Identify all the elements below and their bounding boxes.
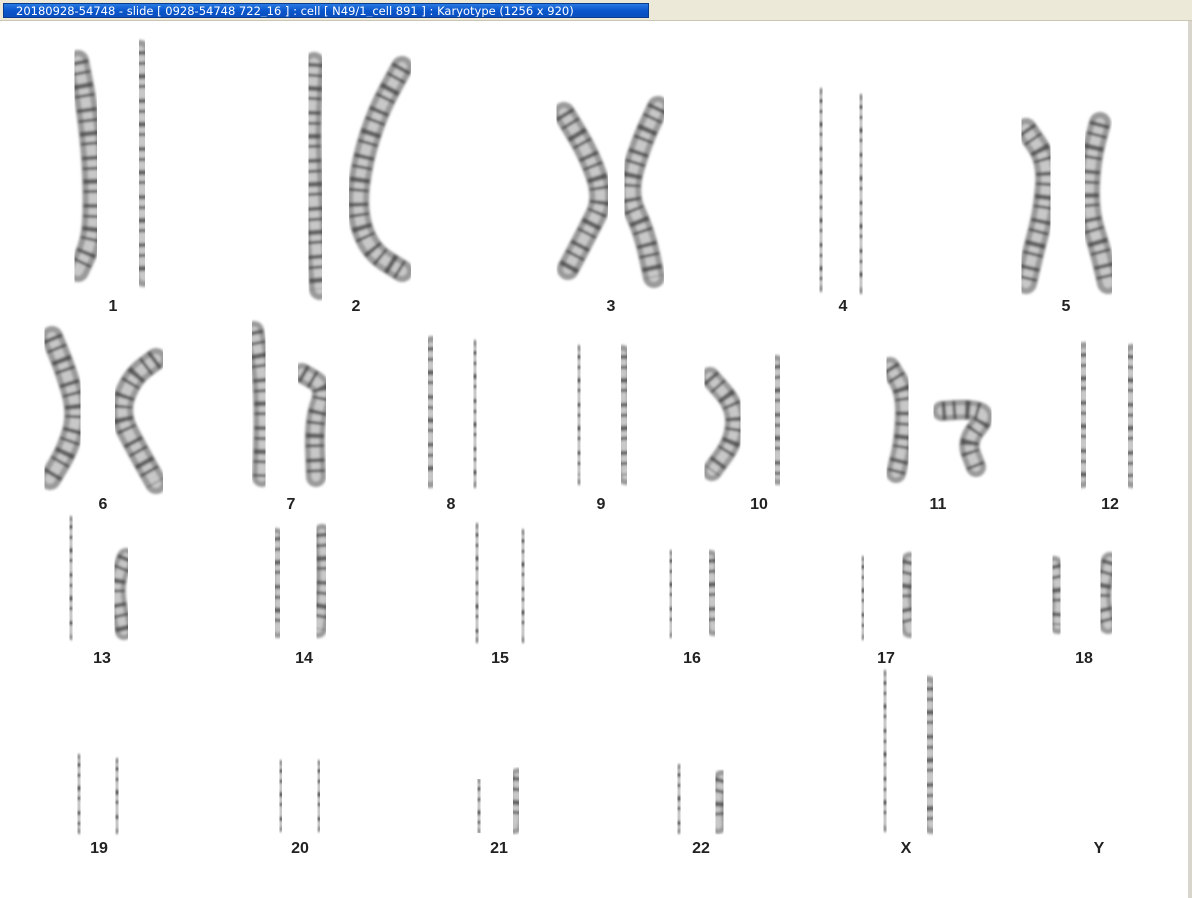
chromatid-left [853,556,873,640]
chromosome-label-11: 11 [930,496,947,513]
chromosome-label-20: 20 [291,840,309,857]
chromatid-left [700,367,746,481]
chromatid-right [895,552,919,638]
chromatid-left [39,326,87,490]
chromosome-pair-10[interactable] [700,355,790,485]
chromosome-pair-9[interactable] [568,345,636,485]
chromatid-left [67,50,105,282]
chromatid-right [916,676,943,834]
chromosome-label-7: 7 [287,496,296,513]
chromatid-right [111,348,167,494]
chromosome-pair-12[interactable] [1071,342,1143,488]
chromatid-right [129,40,155,287]
chromatid-right [1093,552,1119,634]
chromosome-label-9: 9 [597,496,606,513]
chromatid-right [766,355,790,485]
chromosome-label-17: 17 [877,650,895,667]
chromatid-right [309,760,329,832]
chromatid-right [292,363,332,487]
chromatid-left [69,754,89,834]
chromosome-pair-x[interactable] [873,670,943,834]
chromosome-label-15: 15 [491,650,509,667]
chromosome-pair-22[interactable] [669,764,731,834]
chromatid-right [849,94,873,294]
chromosome-label-1: 1 [109,298,118,315]
chromosome-label-3: 3 [607,298,616,315]
chromatid-right [463,340,487,488]
chromosome-pair-18[interactable] [1045,552,1119,634]
chromosome-pair-14[interactable] [267,524,334,638]
chromatid-right [512,529,534,643]
chromatid-left [669,764,689,834]
chromatid-left [1071,342,1097,488]
chromosome-label-13: 13 [93,650,111,667]
chromosome-label-21: 21 [490,840,508,857]
chromatid-right [505,768,527,834]
chromatid-left [417,336,443,488]
chromosome-label-4: 4 [839,298,848,315]
chromosome-label-18: 18 [1075,650,1093,667]
chromosome-pair-16[interactable] [661,550,723,638]
chromosome-pair-5[interactable] [1015,112,1119,294]
chromosome-pair-21[interactable] [469,768,527,834]
chromatid-left [466,523,488,643]
chromatid-right [701,550,723,636]
chromatid-right [619,96,669,288]
chromosome-label-14: 14 [295,650,313,667]
chromatid-left [880,357,916,483]
chromosome-label-5: 5 [1062,298,1071,315]
chromatid-right [309,524,334,638]
title-bar: 20180928-54748 - slide [ 0928-54748 722_… [0,0,1192,21]
chromosome-pair-1[interactable] [67,40,155,287]
chromosome-label-6: 6 [99,496,108,513]
chromatid-left [244,321,274,487]
chromatid-right [347,56,413,282]
chromatid-left [661,550,681,638]
chromosome-pair-3[interactable] [553,96,669,288]
chromatid-left [271,760,291,832]
chromatid-left [809,88,833,292]
chromatid-right [107,548,135,640]
chromatid-left [1045,556,1069,634]
chromosome-pair-15[interactable] [466,523,534,643]
chromosome-label-22: 22 [692,840,710,857]
chromosome-label-y: Y [1094,840,1105,857]
chromosome-label-x: X [901,840,912,857]
chromatid-left [61,516,81,640]
chromatid-left [553,102,612,280]
chromosome-pair-13[interactable] [61,516,135,640]
chromatid-left [568,345,590,485]
chromosome-pair-4[interactable] [809,88,873,294]
chromosome-label-2: 2 [352,298,361,315]
chromatid-left [873,670,897,832]
karyotype-window: 20180928-54748 - slide [ 0928-54748 722_… [0,0,1192,898]
karyotype-image: 1 2 3 4 56 7 8 9 10 11 1213 14 15 16 17 1819 20 21 22 X Y [39,40,1143,857]
chromosome-pair-20[interactable] [271,760,329,832]
chromatid-left [267,528,289,638]
chromosome-pair-6[interactable] [39,326,167,494]
chromosome-label-10: 10 [750,496,768,513]
chromatid-right [707,770,731,834]
window-border [1188,21,1192,898]
chromatid-right [1118,344,1143,488]
chromosome-label-19: 19 [90,840,108,857]
chromosome-pair-17[interactable] [853,552,919,640]
chromosome-pair-8[interactable] [417,336,487,488]
chromosome-label-16: 16 [683,650,701,667]
window-title[interactable]: 20180928-54748 - slide [ 0928-54748 722_… [3,3,649,18]
chromatid-left [299,52,331,300]
chromatid-left [1015,118,1058,294]
chromosome-label-8: 8 [447,496,456,513]
chromatid-left [469,778,489,834]
karyotype-canvas: 1 2 3 4 5 6 7 8 9 10 11 12 13 14 15 16 17 18 19 20 21 22 X Y [0,21,1188,898]
chromatid-right [932,399,993,477]
chromosome-pair-2[interactable] [299,52,413,300]
chromatid-right [107,758,127,834]
chromosome-label-12: 12 [1101,496,1119,513]
chromatid-right [612,345,636,485]
chromosome-pair-7[interactable] [244,321,332,487]
chromosome-pair-19[interactable] [69,754,127,834]
chromosome-pair-11[interactable] [880,357,993,483]
chromatid-right [1077,112,1119,294]
